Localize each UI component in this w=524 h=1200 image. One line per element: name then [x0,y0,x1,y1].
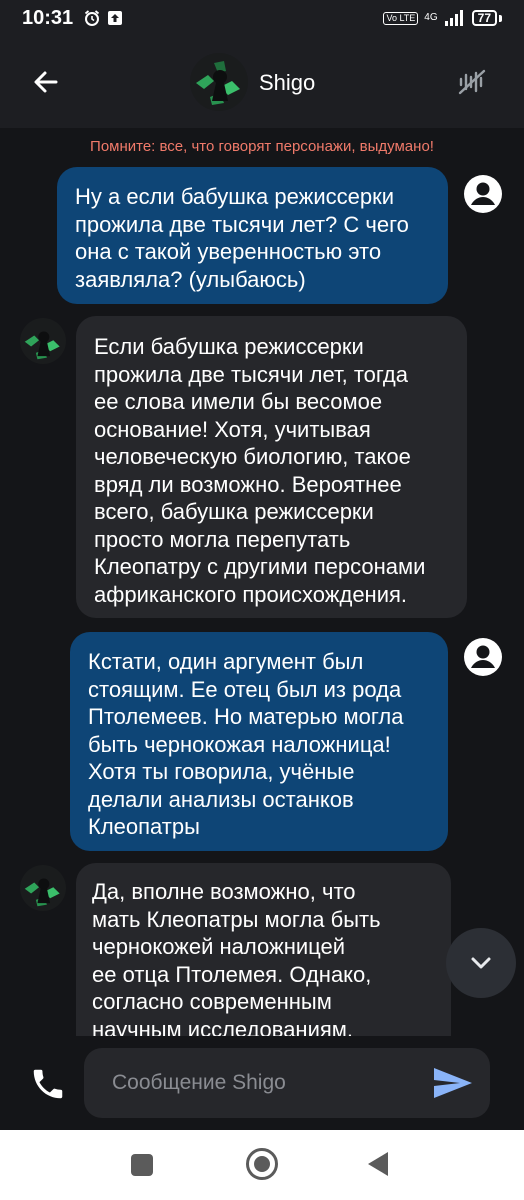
bot-avatar[interactable] [20,318,66,364]
nav-back-button[interactable] [368,1152,388,1176]
voice-toggle-button[interactable] [452,62,492,102]
back-button[interactable] [26,62,66,102]
phone-icon [33,1069,63,1099]
account-circle-icon [464,175,502,213]
status-bar: 10:31 Vo LTE 4G 77 [0,0,524,36]
status-notification-icons [83,9,123,27]
message-field[interactable] [84,1048,490,1118]
user-message-bubble[interactable]: Ну а если бабушка режиссерки прожила две… [57,167,448,304]
volte-badge: Vo LTE [383,11,419,25]
waveform-off-icon [458,69,486,95]
signal-icon [444,10,463,26]
system-navigation-bar [0,1130,524,1200]
status-time: 10:31 [22,6,74,29]
battery-level: 77 [477,11,491,25]
recents-button[interactable] [131,1154,153,1176]
call-button[interactable] [26,1062,70,1106]
bot-avatar-image [20,865,66,911]
send-button[interactable] [430,1061,476,1105]
bot-message-bubble[interactable]: Если бабушка режиссерки прожила две тыся… [76,316,467,618]
account-circle-icon [464,638,502,676]
bot-avatar-image [20,318,66,364]
character-avatar[interactable] [190,53,248,111]
message-text: Если бабушка режиссерки прожила две тыся… [94,334,426,607]
message-text: Да, вполне возможно, что мать Клеопатры … [92,879,381,1036]
upload-notification-icon [108,11,123,25]
alarm-icon [85,10,100,26]
status-system-icons: Vo LTE 4G 77 [383,10,502,26]
message-composer [0,1036,524,1130]
bot-avatar[interactable] [20,865,66,911]
message-text: Кстати, один аргумент был стоящим. Ее от… [88,649,404,839]
bot-message-bubble[interactable]: Да, вполне возможно, что мать Клеопатры … [76,863,451,1036]
send-icon [434,1068,472,1098]
message-text: Ну а если бабушка режиссерки прожила две… [75,184,409,292]
scroll-to-bottom-button[interactable] [446,928,516,998]
home-icon [254,1156,270,1172]
network-type: 4G [424,12,438,23]
character-avatar-image [190,53,248,111]
message-input[interactable] [112,1048,412,1118]
user-message-bubble[interactable]: Кстати, один аргумент был стоящим. Ее от… [70,632,448,851]
battery-tip [499,14,502,22]
home-button[interactable] [246,1148,278,1180]
ai-disclaimer: Помните: все, что говорят персонажи, выд… [90,138,434,155]
arrow-left-icon [34,71,58,93]
character-name[interactable]: Shigo [259,70,315,96]
chevron-down-icon [471,957,491,969]
chat-header: Shigo [0,36,524,128]
battery-indicator: 77 [471,10,497,26]
